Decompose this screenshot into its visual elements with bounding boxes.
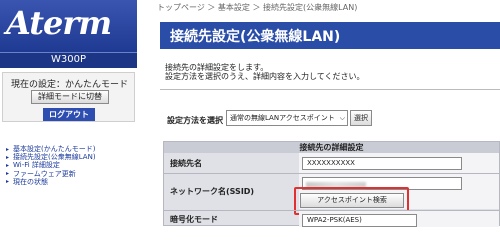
current-mode-text: 現在の設定：かんたんモード <box>10 80 128 90</box>
sidebar-item-label: 現在の状態 <box>13 177 48 186</box>
mode-panel: 現在の設定：かんたんモード 詳細モードに切替 ログアウト <box>2 72 135 122</box>
description-line-1: 接続先の詳細設定をします。 <box>165 63 269 72</box>
model-name: W300P <box>50 54 86 65</box>
detail-settings-table: 接続先の詳細設定 接続先名 XXXXXXXXXX ネットワーク名(SSID) ア… <box>163 141 500 227</box>
logo-area: Aterm <box>0 0 137 52</box>
method-select-value: 通常の無線LANアクセスポイント <box>230 114 335 122</box>
page-description: 接続先の詳細設定をします。 設定方法を選択のうえ、詳細内容を入力してください。 <box>165 63 365 81</box>
page-title: 接続先設定(公衆無線LAN) <box>170 29 341 45</box>
connection-name-input[interactable]: XXXXXXXXXX <box>302 157 462 170</box>
side-nav: ▸ 基本設定(かんたんモード) ▸ 接続先設定(公衆無線LAN) ▸ Wi-Fi… <box>6 145 137 186</box>
divider <box>160 89 500 90</box>
select-button[interactable]: 選択 <box>350 110 372 126</box>
bullet-icon: ▸ <box>6 170 10 178</box>
table-header: 接続先の詳細設定 <box>164 142 499 153</box>
switch-to-detail-mode-button[interactable]: 詳細モードに切替 <box>31 90 109 104</box>
aterm-logo: Aterm <box>6 4 112 42</box>
sidebar-item-current-status[interactable]: ▸ 現在の状態 <box>6 178 137 186</box>
model-bar: W300P <box>0 52 137 68</box>
bullet-icon: ▸ <box>6 178 10 186</box>
encryption-mode-select[interactable]: WPA2-PSK(AES) <box>302 214 417 227</box>
ssid-label: ネットワーク名(SSID) <box>170 187 255 196</box>
chevron-down-icon: ⌵ <box>339 114 345 122</box>
description-line-2: 設定方法を選択のうえ、詳細内容を入力してください。 <box>165 72 365 81</box>
breadcrumb[interactable]: トップページ ＞ 基本設定 ＞ 接続先設定(公衆無線LAN) <box>157 2 357 13</box>
encryption-mode-label: 暗号化モード <box>170 215 218 224</box>
logout-button[interactable]: ログアウト <box>43 108 95 121</box>
bullet-icon: ▸ <box>6 145 10 153</box>
sidebar: Aterm W300P 現在の設定：かんたんモード 詳細モードに切替 ログアウト… <box>0 0 137 226</box>
method-select[interactable]: 通常の無線LANアクセスポイント ⌵ <box>226 110 348 126</box>
title-bar: 接続先設定(公衆無線LAN) <box>160 22 500 49</box>
method-label: 設定方法を選択 <box>167 116 223 125</box>
bullet-icon: ▸ <box>6 153 10 161</box>
connection-name-label: 接続先名 <box>170 159 202 168</box>
bullet-icon: ▸ <box>6 161 10 169</box>
